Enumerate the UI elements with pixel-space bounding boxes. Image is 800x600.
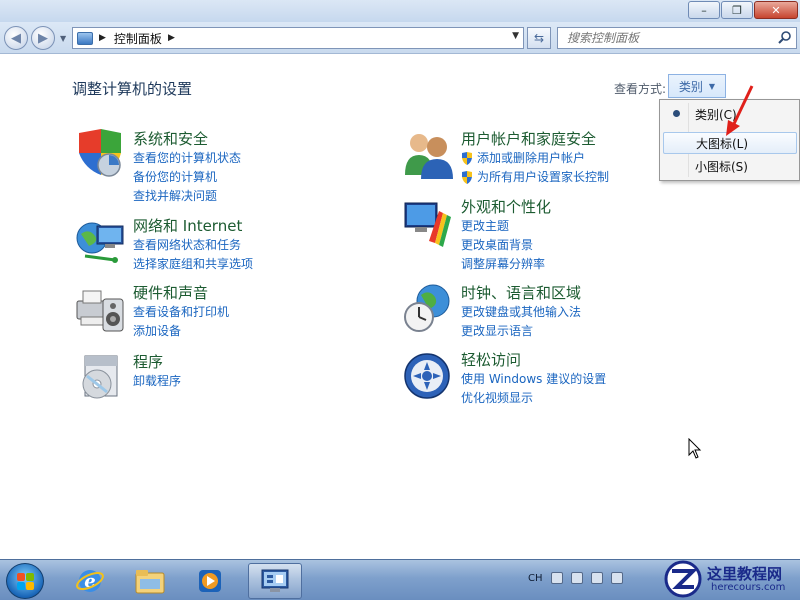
watermark: 这里教程网 herecours.com bbox=[625, 558, 800, 600]
appearance-icon bbox=[404, 202, 451, 247]
category-title[interactable]: 外观和个性化 bbox=[461, 197, 721, 217]
media-player-icon bbox=[199, 570, 221, 592]
link-devices-printers[interactable]: 查看设备和打印机 bbox=[133, 303, 393, 322]
restore-button[interactable]: ❐ bbox=[721, 1, 753, 19]
hardware-sound-icon bbox=[76, 290, 124, 332]
arrow-right-icon: ▶ bbox=[38, 30, 48, 46]
watermark-domain: herecours.com bbox=[711, 582, 786, 593]
link-change-background[interactable]: 更改桌面背景 bbox=[461, 236, 721, 255]
annotation-arrow-icon bbox=[726, 85, 754, 136]
view-by-label: 查看方式: bbox=[614, 82, 667, 96]
link-add-device[interactable]: 添加设备 bbox=[133, 322, 393, 341]
category-title[interactable]: 程序 bbox=[133, 352, 393, 372]
windows-logo-icon bbox=[17, 573, 34, 590]
system-security-icon bbox=[79, 129, 121, 177]
control-panel-icon bbox=[77, 31, 93, 45]
radio-selected-icon bbox=[673, 110, 680, 117]
link-recommended-settings[interactable]: 使用 Windows 建议的设置 bbox=[461, 370, 721, 389]
control-panel-icon bbox=[261, 569, 289, 592]
tray-flag-icon[interactable] bbox=[590, 572, 603, 584]
breadcrumb-separator-icon[interactable]: ▶ bbox=[168, 33, 175, 43]
breadcrumb-control-panel[interactable]: 控制面板 bbox=[114, 30, 162, 47]
recent-pages-dropdown[interactable]: ▼ bbox=[60, 34, 66, 43]
explorer-icon bbox=[135, 570, 165, 594]
breadcrumb-separator-icon[interactable]: ▶ bbox=[99, 33, 106, 43]
link-optimize-display[interactable]: 优化视频显示 bbox=[461, 389, 721, 408]
network-icon bbox=[76, 222, 124, 263]
taskbar-media-player-button[interactable] bbox=[183, 563, 237, 599]
category-title[interactable]: 硬件和声音 bbox=[133, 283, 393, 303]
category-title[interactable]: 网络和 Internet bbox=[133, 216, 393, 236]
user-accounts-icon bbox=[405, 134, 453, 179]
address-history-dropdown[interactable]: ▼ bbox=[512, 31, 519, 41]
link-change-keyboard[interactable]: 更改键盘或其他输入法 bbox=[461, 303, 721, 322]
window-controls: – ❐ ✕ bbox=[687, 1, 798, 19]
uac-shield-icon bbox=[462, 152, 472, 165]
category-title[interactable]: 轻松访问 bbox=[461, 350, 721, 370]
back-button[interactable]: ◀ bbox=[4, 26, 28, 50]
link-network-status[interactable]: 查看网络状态和任务 bbox=[133, 236, 393, 255]
title-bar: – ❐ ✕ bbox=[0, 0, 800, 22]
link-screen-resolution[interactable]: 调整屏幕分辨率 bbox=[461, 255, 721, 274]
link-uninstall-program[interactable]: 卸载程序 bbox=[133, 372, 393, 391]
help-icon[interactable] bbox=[570, 572, 583, 584]
programs-icon bbox=[82, 355, 118, 399]
link-check-computer-status[interactable]: 查看您的计算机状态 bbox=[133, 149, 393, 168]
address-bar[interactable]: ▶ 控制面板 ▶ ▼ bbox=[72, 27, 524, 49]
link-change-theme[interactable]: 更改主题 bbox=[461, 217, 721, 236]
taskbar-explorer-button[interactable] bbox=[123, 563, 177, 599]
watermark-logo-icon bbox=[664, 560, 702, 598]
link-backup-computer[interactable]: 备份您的计算机 bbox=[133, 168, 393, 187]
arrow-left-icon: ◀ bbox=[11, 30, 21, 46]
view-by-value: 类别 bbox=[678, 79, 703, 94]
menu-item-small-icons[interactable]: 小图标(S) bbox=[663, 155, 797, 177]
ease-of-access-icon bbox=[404, 353, 450, 399]
system-tray: CH bbox=[528, 572, 623, 584]
clock-language-icon bbox=[404, 284, 450, 332]
search-input[interactable] bbox=[558, 28, 768, 48]
category-title[interactable]: 时钟、语言和区域 bbox=[461, 283, 721, 303]
mouse-cursor-icon bbox=[688, 438, 702, 459]
keyboard-icon[interactable] bbox=[550, 572, 563, 584]
forward-button[interactable]: ▶ bbox=[31, 26, 55, 50]
minimize-button[interactable]: – bbox=[688, 1, 720, 19]
link-troubleshoot[interactable]: 查找并解决问题 bbox=[133, 187, 393, 206]
refresh-icon: ⇆ bbox=[533, 31, 545, 45]
taskbar-ie-button[interactable]: e bbox=[63, 563, 117, 599]
input-language-indicator[interactable]: CH bbox=[528, 573, 543, 584]
search-box[interactable] bbox=[557, 27, 797, 49]
uac-shield-icon bbox=[462, 171, 472, 184]
ie-icon: e bbox=[76, 570, 104, 592]
taskbar-control-panel-button[interactable] bbox=[248, 563, 302, 599]
chevron-down-icon: ▼ bbox=[708, 81, 716, 91]
start-button[interactable] bbox=[6, 563, 44, 599]
close-button[interactable]: ✕ bbox=[754, 1, 798, 19]
category-title[interactable]: 系统和安全 bbox=[133, 129, 393, 149]
link-display-language[interactable]: 更改显示语言 bbox=[461, 322, 721, 341]
navigation-bar: ◀ ▶ ▼ ▶ 控制面板 ▶ ▼ ⇆ bbox=[0, 22, 800, 54]
search-icon[interactable] bbox=[778, 30, 792, 44]
watermark-text: 这里教程网 bbox=[707, 565, 783, 583]
refresh-button[interactable]: ⇆ bbox=[527, 27, 551, 49]
network-tray-icon[interactable] bbox=[610, 572, 623, 584]
page-title: 调整计算机的设置 bbox=[72, 80, 193, 98]
link-homegroup-sharing[interactable]: 选择家庭组和共享选项 bbox=[133, 255, 393, 274]
